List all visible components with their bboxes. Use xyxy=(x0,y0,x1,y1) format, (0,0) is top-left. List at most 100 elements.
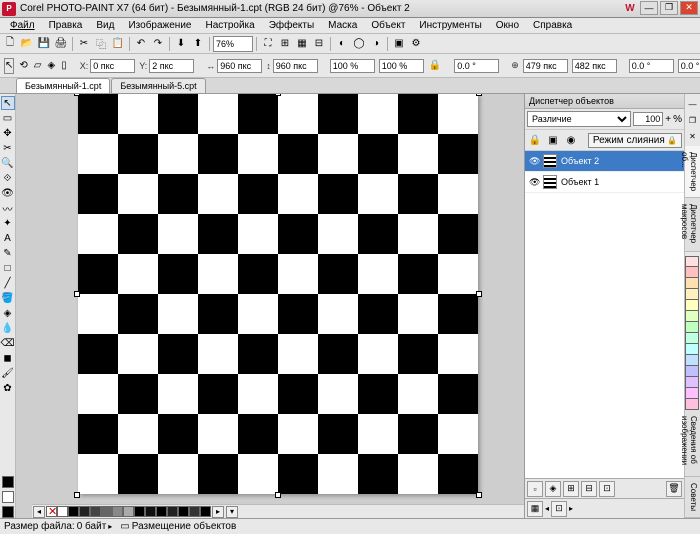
clear-mask-icon[interactable]: ◯ xyxy=(351,36,367,52)
path-tool[interactable]: ✎ xyxy=(1,246,15,260)
menu-help[interactable]: Справка xyxy=(527,19,578,32)
color-well[interactable] xyxy=(685,355,699,366)
color-well[interactable] xyxy=(685,344,699,355)
skew-y-input[interactable] xyxy=(678,59,700,73)
menu-view[interactable]: Вид xyxy=(90,19,120,32)
menu-image[interactable]: Изображение xyxy=(122,19,197,32)
close-doc-icon[interactable]: ✕ xyxy=(685,128,700,144)
delete-layer-icon[interactable]: 🗑 xyxy=(666,481,682,497)
import-icon[interactable]: ⬇ xyxy=(173,36,189,52)
menu-edit[interactable]: Правка xyxy=(43,19,89,32)
x-input[interactable] xyxy=(90,59,135,73)
scale-y-input[interactable] xyxy=(379,59,424,73)
palette-swatch[interactable] xyxy=(57,506,68,517)
menu-tools[interactable]: Инструменты xyxy=(413,19,487,32)
menu-mask[interactable]: Маска xyxy=(322,19,363,32)
launcher-icon[interactable]: ▣ xyxy=(391,36,407,52)
minimize-button[interactable]: — xyxy=(640,1,658,15)
image-sprayer-tool[interactable]: ✿ xyxy=(1,381,15,395)
palette-prev-icon[interactable]: ◂ xyxy=(33,506,45,518)
handle-bot-center[interactable] xyxy=(275,492,281,498)
menu-object[interactable]: Объект xyxy=(365,19,411,32)
palette-swatch[interactable] xyxy=(200,506,211,517)
palette-swatch[interactable] xyxy=(156,506,167,517)
palette-swatch[interactable] xyxy=(189,506,200,517)
handle-mid-right[interactable] xyxy=(476,291,482,297)
cut-icon[interactable]: ✂ xyxy=(76,36,92,52)
line-tool[interactable]: ╱ xyxy=(1,276,15,290)
palette-menu-icon[interactable]: ▾ xyxy=(226,506,238,518)
visibility-icon[interactable]: 👁 xyxy=(529,156,539,167)
redeye-tool[interactable]: 👁 xyxy=(1,186,15,200)
guides-icon[interactable]: ⊟ xyxy=(311,36,327,52)
status-dropdown-icon[interactable]: ▸ xyxy=(108,522,112,531)
tab-doc2[interactable]: Безымянный-5.cpt xyxy=(111,78,205,93)
menu-effects[interactable]: Эффекты xyxy=(263,19,320,32)
fill-tool[interactable]: 🪣 xyxy=(1,291,15,305)
handle-bot-right[interactable] xyxy=(476,492,482,498)
new-object-icon[interactable]: ▫ xyxy=(527,481,543,497)
canvas-area[interactable]: ◂ ✕ ▸ ▾ xyxy=(16,94,524,518)
visibility-icon[interactable]: 👁 xyxy=(529,177,539,188)
menu-window[interactable]: Окно xyxy=(490,19,525,32)
nav-prev-icon[interactable]: ◂ xyxy=(545,504,549,513)
open-icon[interactable]: 📂 xyxy=(19,36,35,52)
scale-x-input[interactable] xyxy=(330,59,375,73)
y-input[interactable] xyxy=(149,59,194,73)
color-well[interactable] xyxy=(685,377,699,388)
new-from-mask-icon[interactable]: ⊞ xyxy=(563,481,579,497)
maximize-button[interactable]: ❐ xyxy=(660,1,678,15)
distort-mode-icon[interactable]: ◈ xyxy=(46,58,56,74)
print-icon[interactable]: 🖨 xyxy=(53,36,69,52)
copy-icon[interactable]: ⿻ xyxy=(93,36,109,52)
fullscreen-icon[interactable]: ⛶ xyxy=(260,36,276,52)
color-well[interactable] xyxy=(685,311,699,322)
palette-swatch[interactable] xyxy=(123,506,134,517)
toggle-show-icon[interactable]: ◉ xyxy=(563,132,579,148)
center-x-input[interactable] xyxy=(523,59,568,73)
rotation-input[interactable] xyxy=(454,59,499,73)
liquid-tool[interactable]: 〰 xyxy=(1,201,15,215)
color-well[interactable] xyxy=(685,322,699,333)
color-well[interactable] xyxy=(685,399,699,410)
width-input[interactable] xyxy=(217,59,262,73)
rotate-mode-icon[interactable]: ⟲ xyxy=(18,58,28,74)
palette-swatch[interactable] xyxy=(68,506,79,517)
palette-none[interactable]: ✕ xyxy=(46,506,57,517)
handle-top-center[interactable] xyxy=(275,94,281,96)
center-y-input[interactable] xyxy=(572,59,617,73)
pick-tool-icon[interactable]: ↖ xyxy=(4,58,14,74)
nav-zoom-icon[interactable]: ⊡ xyxy=(551,501,567,517)
color-well[interactable] xyxy=(685,333,699,344)
opacity-plus[interactable]: + xyxy=(665,114,671,125)
welcome-icon[interactable]: W xyxy=(622,1,638,17)
handle-bot-left[interactable] xyxy=(74,492,80,498)
nav-next-icon[interactable]: ▸ xyxy=(569,504,573,513)
vtab-hints[interactable]: Советы xyxy=(685,477,700,518)
handle-top-left[interactable] xyxy=(74,94,80,96)
combine-icon[interactable]: ⊟ xyxy=(581,481,597,497)
save-icon[interactable]: 💾 xyxy=(36,36,52,52)
paint-tool[interactable]: 🖌 xyxy=(1,366,15,380)
clone-tool[interactable]: ⟐ xyxy=(1,171,15,185)
color-well[interactable] xyxy=(685,388,699,399)
perspective-mode-icon[interactable]: ▯ xyxy=(60,58,68,74)
palette-next-icon[interactable]: ▸ xyxy=(212,506,224,518)
lock-transparency-icon[interactable]: 🔒 xyxy=(527,132,543,148)
vtab-image-info[interactable]: Сведения об изображении xyxy=(685,410,700,477)
height-input[interactable] xyxy=(273,59,318,73)
toggle-clip-icon[interactable]: ▣ xyxy=(545,132,561,148)
color-well[interactable] xyxy=(685,366,699,377)
color-well[interactable] xyxy=(685,256,699,267)
handle-mid-left[interactable] xyxy=(74,291,80,297)
layer-object-2[interactable]: 👁 Объект 2 xyxy=(525,151,684,172)
transparency-tool[interactable]: ◈ xyxy=(1,306,15,320)
color-well[interactable] xyxy=(685,300,699,311)
tab-doc1[interactable]: Безымянный-1.cpt xyxy=(16,78,110,93)
undo-icon[interactable]: ↶ xyxy=(133,36,149,52)
export-icon[interactable]: ⬆ xyxy=(190,36,206,52)
shadow-tool[interactable]: ◼ xyxy=(1,351,15,365)
layer-object-1[interactable]: 👁 Объект 1 xyxy=(525,172,684,193)
color-well[interactable] xyxy=(685,289,699,300)
close-button[interactable]: ✕ xyxy=(680,1,698,15)
